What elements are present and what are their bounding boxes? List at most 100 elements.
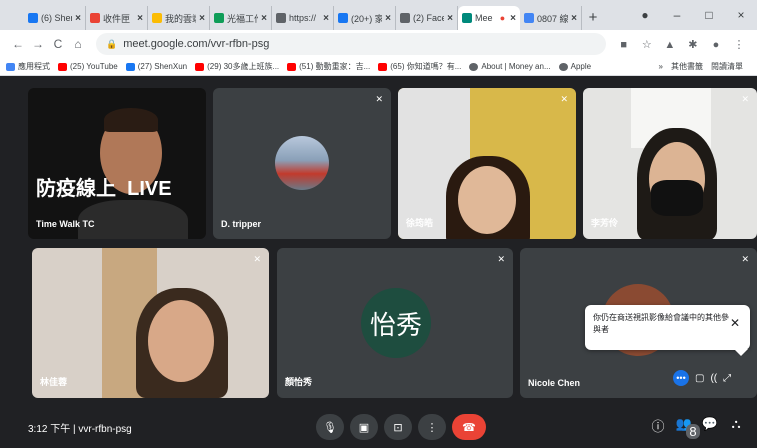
close-icon[interactable]: ✕ [730, 317, 740, 329]
profile-icon[interactable]: ● [629, 8, 661, 22]
maximize-icon[interactable]: □ [693, 8, 725, 22]
other-bookmarks[interactable]: 其他書籤 [671, 61, 703, 72]
more-options-button[interactable]: ••• [673, 370, 689, 386]
bookmark[interactable]: (51) 動動重家：吉... [287, 61, 370, 72]
microphone-button[interactable]: 🎙 [316, 414, 344, 440]
sheets-icon [214, 13, 224, 23]
avatar[interactable]: ● [706, 39, 726, 51]
participant-tile[interactable]: ✕ 林佳蓉 [32, 248, 269, 398]
bookmarks-bar: 應用程式 (25) YouTube (27) ShenXun (29) 30多歲… [0, 58, 757, 76]
home-icon[interactable]: ⌂ [68, 37, 88, 51]
tab[interactable]: 光福工作× [210, 6, 272, 30]
expand-icon[interactable]: ⤢ [723, 373, 731, 384]
bookmark[interactable]: (65) 你知道嗎？有... [378, 61, 461, 72]
participant-name: Time Walk TC [36, 219, 95, 229]
forward-icon[interactable]: → [28, 37, 48, 51]
tab[interactable]: 0807 線 × [520, 6, 582, 30]
participant-name: 顏怡秀 [285, 377, 313, 387]
tab[interactable]: 收件匣 × [86, 6, 148, 30]
bookmark[interactable]: (29) 30多歲上班族... [195, 61, 279, 72]
activities-icon[interactable]: ⛬ [723, 416, 749, 447]
globe-icon [469, 62, 479, 71]
facebook-icon [28, 13, 38, 23]
participant-name: 李芳伶 [591, 218, 619, 228]
facebook-icon [338, 13, 348, 23]
facebook-icon [125, 62, 135, 71]
new-tab-button[interactable]: + [582, 6, 604, 30]
tab[interactable]: (6) Shen × [24, 6, 86, 30]
live-banner: 防疫線上 LIVE [36, 178, 172, 200]
participant-tile[interactable]: 防疫線上 LIVE Time Walk TC [28, 88, 206, 239]
bookmark-star-icon[interactable]: ☆ [637, 38, 657, 51]
participant-name: D. tripper [221, 219, 262, 229]
browser-toolbar: ← → C ⌂ 🔒 meet.google.com/vvr-rfbn-psg ■… [0, 30, 757, 58]
back-icon[interactable]: ← [8, 37, 28, 51]
apps-icon [6, 62, 15, 71]
close-tab-icon[interactable]: × [571, 13, 577, 24]
bookmark[interactable]: (25) YouTube [58, 62, 118, 71]
reading-list[interactable]: 閱讀清單 [711, 61, 743, 72]
chat-icon[interactable]: 💬 [697, 416, 723, 447]
extension-icon[interactable]: ▲ [660, 39, 680, 51]
mic-off-icon: ✕ [560, 94, 568, 104]
participant-name: 林佳蓉 [40, 377, 68, 387]
url-text: meet.google.com/vvr-rfbn-psg [123, 38, 270, 50]
youtube-icon [195, 62, 205, 71]
participant-tile[interactable]: ✕ D. tripper [213, 88, 391, 239]
avatar: 怡秀 [361, 288, 431, 358]
puzzle-icon[interactable]: ✱ [683, 38, 703, 51]
tab[interactable]: (20+) 家 × [334, 6, 396, 30]
video-person [148, 300, 214, 382]
popup-text: 你仍在商送視訊影像給會議中的其他參與者 [593, 313, 729, 334]
bookmark[interactable]: About | Money an... [469, 62, 551, 71]
close-tab-icon[interactable]: × [323, 13, 329, 24]
minimize-icon[interactable]: – [661, 8, 693, 22]
extension-icons: ■ ☆ ▲ ✱ ● ⋮ [614, 38, 749, 51]
bookmark[interactable]: Apple [558, 62, 591, 71]
extension-icon[interactable]: ■ [614, 39, 634, 51]
chevron-right-icon[interactable]: » [659, 61, 663, 72]
close-tab-icon[interactable]: × [75, 13, 81, 24]
audio-icon[interactable]: (( [710, 373, 717, 384]
end-call-button[interactable]: ☎ [452, 414, 486, 440]
window-controls: ● – □ × [629, 0, 757, 30]
bookmark[interactable]: (27) ShenXun [125, 62, 187, 71]
close-tab-icon[interactable]: × [261, 13, 267, 24]
info-icon[interactable]: ⓘ [645, 416, 671, 447]
camera-button[interactable]: ▣ [350, 414, 378, 440]
menu-icon[interactable]: ⋮ [729, 38, 749, 51]
mic-off-icon: ✕ [741, 94, 749, 104]
people-icon[interactable]: 👥8 [671, 416, 700, 447]
close-tab-icon[interactable]: × [137, 13, 143, 24]
reload-icon[interactable]: C [48, 37, 68, 51]
docs-icon [524, 13, 534, 23]
tab[interactable]: https://× [272, 6, 334, 30]
self-view-popup: 你仍在商送視訊影像給會議中的其他參與者 ✕ [585, 305, 750, 350]
bookmark[interactable]: 應用程式 [6, 61, 50, 72]
tab[interactable]: 我的雲端× [148, 6, 210, 30]
participant-tile[interactable]: ✕ 李芳伶 [583, 88, 757, 239]
mic-off-icon: ✕ [741, 254, 749, 264]
video-person [458, 166, 516, 234]
mic-off-icon: ✕ [497, 254, 505, 264]
tab[interactable]: (2) Face × [396, 6, 458, 30]
participant-name: Nicole Chen [528, 378, 581, 388]
address-bar[interactable]: 🔒 meet.google.com/vvr-rfbn-psg [96, 33, 606, 55]
youtube-icon [287, 62, 297, 71]
close-icon[interactable]: × [725, 8, 757, 22]
camera-icon[interactable]: ▢ [695, 373, 704, 384]
youtube-icon [58, 62, 67, 71]
close-tab-icon[interactable]: × [385, 13, 391, 24]
close-tab-icon[interactable]: × [447, 13, 453, 24]
participant-tile[interactable]: ✕ 徐筠皓 [398, 88, 576, 239]
close-tab-icon[interactable]: × [510, 13, 516, 24]
self-tile-controls: ••• ▢ (( ⤢ [673, 370, 737, 386]
meet-control-bar: 3:12 下午 | vvr-rfbn-psg 🎙 ▣ ⊡ ⋮ ☎ ⓘ 👥8 💬 … [0, 406, 757, 448]
participant-name: 徐筠皓 [406, 218, 434, 228]
more-options-button[interactable]: ⋮ [418, 414, 446, 440]
meet-grid: 防疫線上 LIVE Time Walk TC ✕ D. tripper ✕ 徐筠… [0, 76, 757, 448]
close-tab-icon[interactable]: × [199, 13, 205, 24]
tab-active-meet[interactable]: Mee ● × [458, 6, 520, 30]
participant-tile[interactable]: 怡秀 ✕ 顏怡秀 [277, 248, 513, 398]
present-button[interactable]: ⊡ [384, 414, 412, 440]
